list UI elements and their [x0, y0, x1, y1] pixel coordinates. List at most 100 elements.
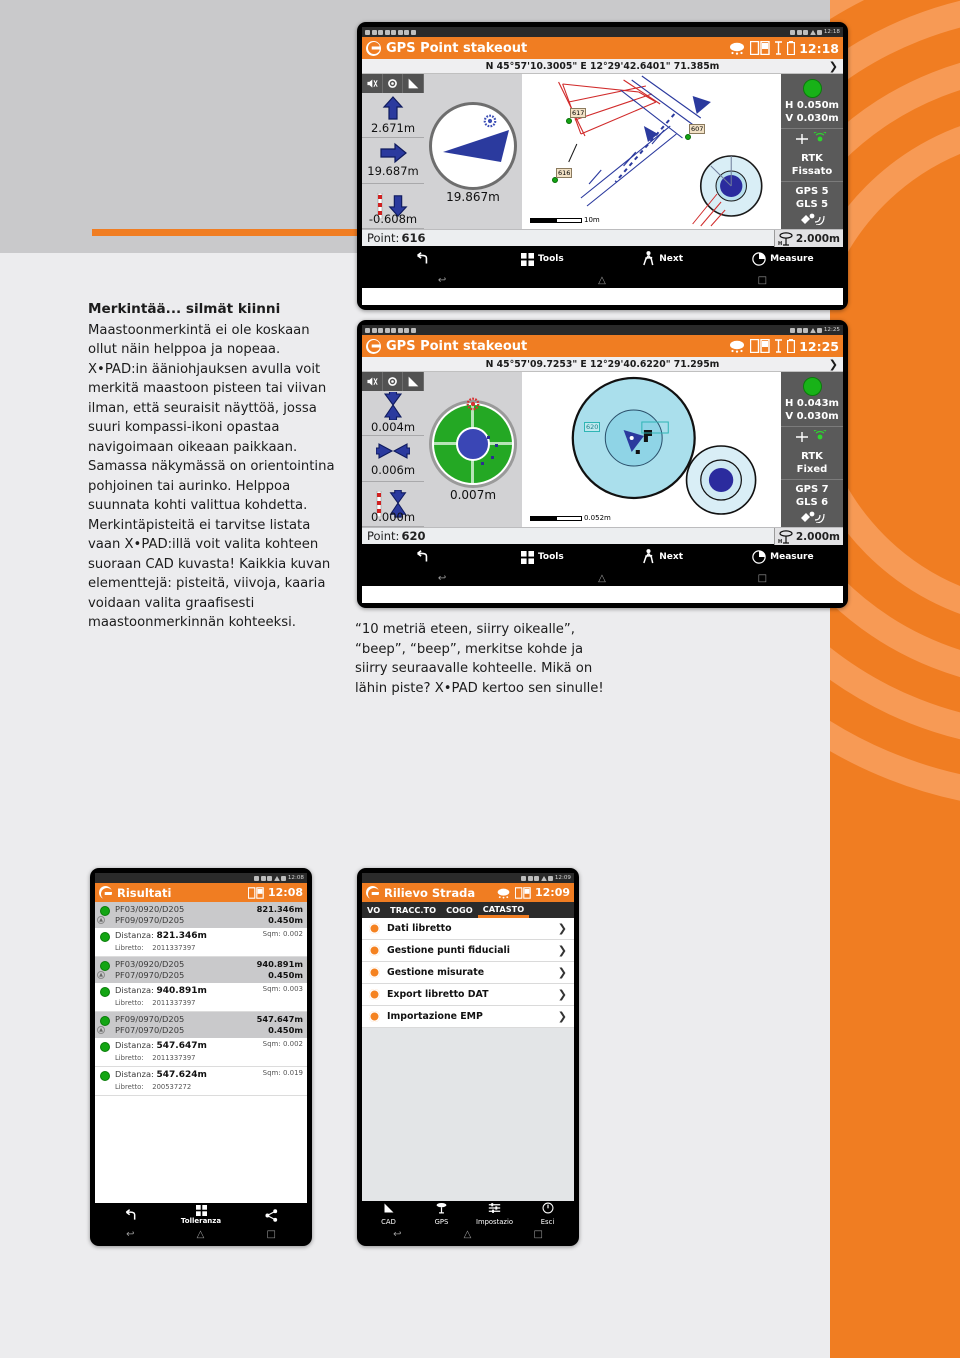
compass-panel[interactable]: 19.867m — [424, 74, 522, 229]
impostazioni-button[interactable]: Impostazio — [468, 1201, 521, 1227]
android-back-icon[interactable]: ↩ — [126, 1229, 134, 1240]
back-button[interactable] — [362, 550, 482, 564]
sqm-value: Sqm: 0.002 — [262, 930, 303, 938]
rtk-state: Fissato — [791, 166, 833, 177]
antenna-icon[interactable] — [774, 339, 783, 353]
map-point-label[interactable]: 620 — [584, 422, 601, 432]
dual-screen-icon[interactable] — [750, 339, 770, 353]
android-back-icon[interactable]: ↩ — [438, 275, 446, 286]
gps-button[interactable]: GPS — [415, 1201, 468, 1227]
tab-cogo[interactable]: COGO — [441, 902, 478, 918]
app-clock: 12:18 — [799, 40, 839, 56]
android-home-icon[interactable]: △ — [464, 1229, 472, 1240]
chevron-right-icon[interactable]: ❯ — [829, 358, 838, 371]
sqm-value: Sqm: 0.003 — [262, 985, 303, 993]
next-button[interactable]: Next — [603, 549, 723, 565]
android-recents-icon[interactable]: □ — [758, 573, 767, 584]
android-status-bar: 12:08 — [95, 873, 307, 883]
offset-north-value: 0.004m — [370, 420, 416, 435]
dual-screen-icon[interactable] — [514, 886, 531, 899]
android-recents-icon[interactable]: □ — [533, 1229, 542, 1240]
esci-button[interactable]: Esci — [521, 1201, 574, 1227]
sim-icon — [371, 29, 377, 35]
menu-item-gestione-punti-fiduciali[interactable]: Gestione punti fiduciali ❯ — [362, 940, 574, 962]
sqm-value: Sqm: 0.019 — [262, 1069, 303, 1077]
map-view[interactable]: 617 607 616 10m — [522, 74, 781, 229]
android-back-icon[interactable]: ↩ — [393, 1229, 401, 1240]
android-home-icon[interactable]: △ — [598, 275, 606, 286]
tolleranza-button[interactable]: Tolleranza — [166, 1205, 237, 1225]
tools-button[interactable]: Tools — [482, 252, 602, 266]
accuracy-block: H 0.050m V 0.030m — [781, 74, 843, 129]
antenna-height-badge[interactable]: H 2.000m — [773, 528, 843, 545]
table-row[interactable]: ▲ PF09/0970/D205 PF07/0970/D205 547.647m… — [95, 1012, 307, 1038]
coordinate-bar[interactable]: N 45°57'09.7253" E 12°29'40.6220" 71.295… — [362, 357, 843, 372]
tab-vo[interactable]: VO — [362, 902, 385, 918]
sound-off-icon[interactable] — [362, 372, 383, 391]
cad-button[interactable]: CAD — [362, 1201, 415, 1227]
decorative-arc — [830, 0, 960, 810]
android-status-bar: 12:25 — [362, 325, 843, 335]
menu-list[interactable]: Dati libretto ❯ Gestione punti fiduciali… — [362, 918, 574, 1201]
back-button[interactable] — [95, 1208, 166, 1222]
expand-icon[interactable]: ▲ — [97, 971, 105, 979]
dual-screen-icon[interactable] — [247, 886, 264, 899]
next-button[interactable]: Next — [603, 251, 723, 267]
tab-traccto[interactable]: TRACC.TO — [385, 902, 441, 918]
weather-icon[interactable] — [728, 41, 746, 55]
compass-distance: 0.007m — [449, 487, 497, 502]
measure-button[interactable]: Measure — [723, 252, 843, 266]
row-code-2: PF09/0970/D205 — [115, 915, 185, 925]
map-point-marker[interactable] — [685, 134, 691, 140]
settings-gear-icon[interactable] — [383, 372, 404, 391]
map-point-label[interactable]: 607 — [689, 124, 706, 134]
angle-icon[interactable] — [403, 74, 425, 93]
map-point-marker[interactable] — [566, 118, 572, 124]
expand-icon[interactable]: ▲ — [97, 916, 105, 924]
compass-panel[interactable]: 0.007m — [424, 372, 522, 527]
settings-gear-icon[interactable] — [383, 74, 404, 93]
android-recents-icon[interactable]: □ — [758, 275, 767, 286]
menu-item-gestione-misurate[interactable]: Gestione misurate ❯ — [362, 962, 574, 984]
menu-item-dati-libretto[interactable]: Dati libretto ❯ — [362, 918, 574, 940]
tools-button[interactable]: Tools — [482, 550, 602, 564]
signal-icon — [540, 875, 547, 881]
menu-item-importazione-emp[interactable]: Importazione EMP ❯ — [362, 1006, 574, 1028]
antenna-height-badge[interactable]: H 2.000m — [773, 230, 843, 247]
wifi-icon — [267, 875, 273, 881]
table-row[interactable]: ▲ PF03/0920/D205 PF07/0970/D205 940.891m… — [95, 957, 307, 983]
android-home-icon[interactable]: △ — [197, 1229, 205, 1240]
rtk-state: Fixed — [796, 464, 828, 475]
battery-icon[interactable] — [787, 41, 796, 55]
map-view[interactable]: 620 0.052m — [522, 372, 781, 527]
distance-value: 821.346m — [156, 931, 207, 941]
back-button[interactable] — [362, 252, 482, 266]
table-row[interactable]: Distanza: 940.891m Libretto: 2011337397 … — [95, 983, 307, 1012]
table-row[interactable]: Distanza: 547.624m Libretto: 200537272 S… — [95, 1067, 307, 1096]
map-point-label[interactable]: 616 — [556, 168, 573, 178]
dual-screen-icon[interactable] — [750, 41, 770, 55]
results-list[interactable]: ▲ PF03/0920/D205 PF09/0970/D205 821.346m… — [95, 902, 307, 1203]
tab-catasto[interactable]: CATASTO — [477, 902, 530, 918]
table-row[interactable]: ▲ PF03/0920/D205 PF09/0970/D205 821.346m… — [95, 902, 307, 928]
table-row[interactable]: Distanza: 547.647m Libretto: 2011337397 … — [95, 1038, 307, 1067]
coordinate-bar[interactable]: N 45°57'10.3005" E 12°29'42.6401" 71.385… — [362, 59, 843, 74]
sound-off-icon[interactable] — [362, 74, 383, 93]
android-home-icon[interactable]: △ — [598, 573, 606, 584]
map-point-label[interactable]: 617 — [570, 108, 587, 118]
chevron-right-icon[interactable]: ❯ — [829, 60, 838, 73]
angle-icon[interactable] — [403, 372, 425, 391]
expand-icon[interactable]: ▲ — [97, 1026, 105, 1034]
share-button[interactable] — [236, 1208, 307, 1222]
menu-item-export-libretto-dat[interactable]: Export libretto DAT ❯ — [362, 984, 574, 1006]
table-row[interactable]: Distanza: 821.346m Libretto: 2011337397 … — [95, 928, 307, 957]
antenna-icon[interactable] — [774, 41, 783, 55]
android-back-icon[interactable]: ↩ — [438, 573, 446, 584]
measure-button[interactable]: Measure — [723, 550, 843, 564]
android-recents-icon[interactable]: □ — [266, 1229, 275, 1240]
distance-label: Distanza: — [115, 1040, 154, 1050]
chevron-right-icon: ❯ — [557, 966, 567, 979]
weather-icon[interactable] — [728, 339, 746, 353]
battery-icon[interactable] — [787, 339, 796, 353]
weather-icon[interactable] — [496, 887, 511, 899]
